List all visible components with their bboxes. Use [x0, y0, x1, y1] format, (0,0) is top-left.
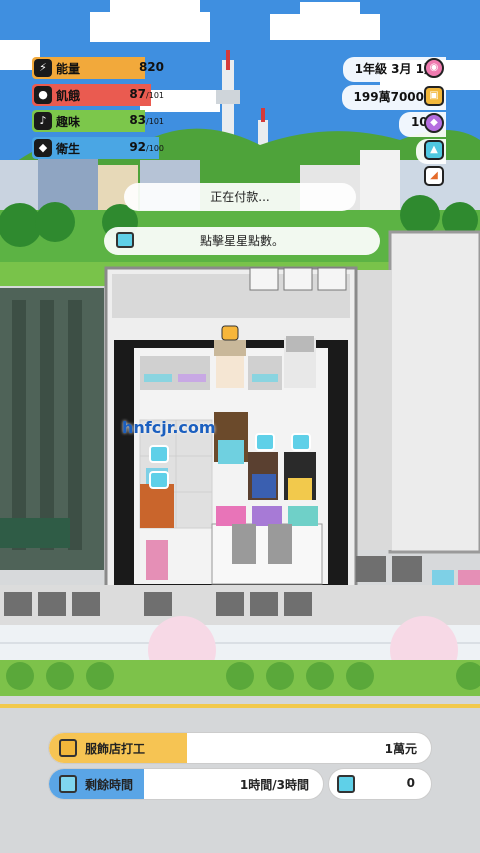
- hunger-value: 87/101: [129, 87, 164, 101]
- coin-icon[interactable]: ▣: [424, 86, 444, 106]
- hunger-label: 飢餓: [56, 89, 81, 103]
- star-earned-value: 0: [406, 776, 415, 790]
- game-scene: ⚡ 能量 820 ● 飢餓 87/101 ♪ 趣味 83/101 ◆ 衛生 92…: [0, 0, 480, 853]
- fun-label: 趣味: [56, 115, 81, 129]
- fun-value: 83/101: [129, 113, 164, 127]
- clock-icon: [59, 775, 77, 793]
- gem-icon[interactable]: ◆: [424, 113, 444, 133]
- tap-stars-message[interactable]: 點擊星星點數。: [104, 227, 380, 255]
- lightning-icon: ⚡: [34, 59, 52, 77]
- hygiene-value: 92/100: [129, 140, 164, 154]
- energy-stat: ⚡ 能量 820: [32, 57, 170, 79]
- watermark: hnfcjr.com: [122, 418, 216, 437]
- job-progress-bar: 服飾店打工 1萬元: [48, 732, 432, 764]
- apple-icon: ●: [34, 86, 52, 104]
- star-point-icon: [337, 775, 355, 793]
- job-name: 服飾店打工: [85, 742, 146, 756]
- time-label: 剩餘時間: [85, 778, 134, 792]
- fun-stat: ♪ 趣味 83/101: [32, 110, 170, 132]
- star-point-icon: [116, 232, 134, 248]
- energy-value: 820: [138, 60, 164, 74]
- water-drop-icon: ◆: [34, 139, 52, 157]
- star-point-icon[interactable]: ▲: [424, 140, 444, 160]
- time-bar: 剩餘時間 1時間/3時間: [48, 768, 324, 800]
- hygiene-stat: ◆ 衛生 92/100: [32, 137, 170, 159]
- calendar-icon[interactable]: ◉: [424, 58, 444, 78]
- star-earned-box: 0: [328, 768, 432, 800]
- item-icon[interactable]: ◢: [424, 166, 444, 186]
- job-pay: 1萬元: [384, 742, 417, 756]
- music-note-icon: ♪: [34, 112, 52, 130]
- hygiene-label: 衛生: [56, 142, 81, 156]
- hunger-stat: ● 飢餓 87/101: [32, 84, 170, 106]
- paying-message: 正在付款...: [124, 183, 356, 211]
- energy-label: 能量: [56, 62, 81, 76]
- time-value: 1時間/3時間: [239, 778, 309, 792]
- coin-icon: [59, 739, 77, 757]
- tap-stars-text: 點擊星星點數。: [199, 234, 284, 248]
